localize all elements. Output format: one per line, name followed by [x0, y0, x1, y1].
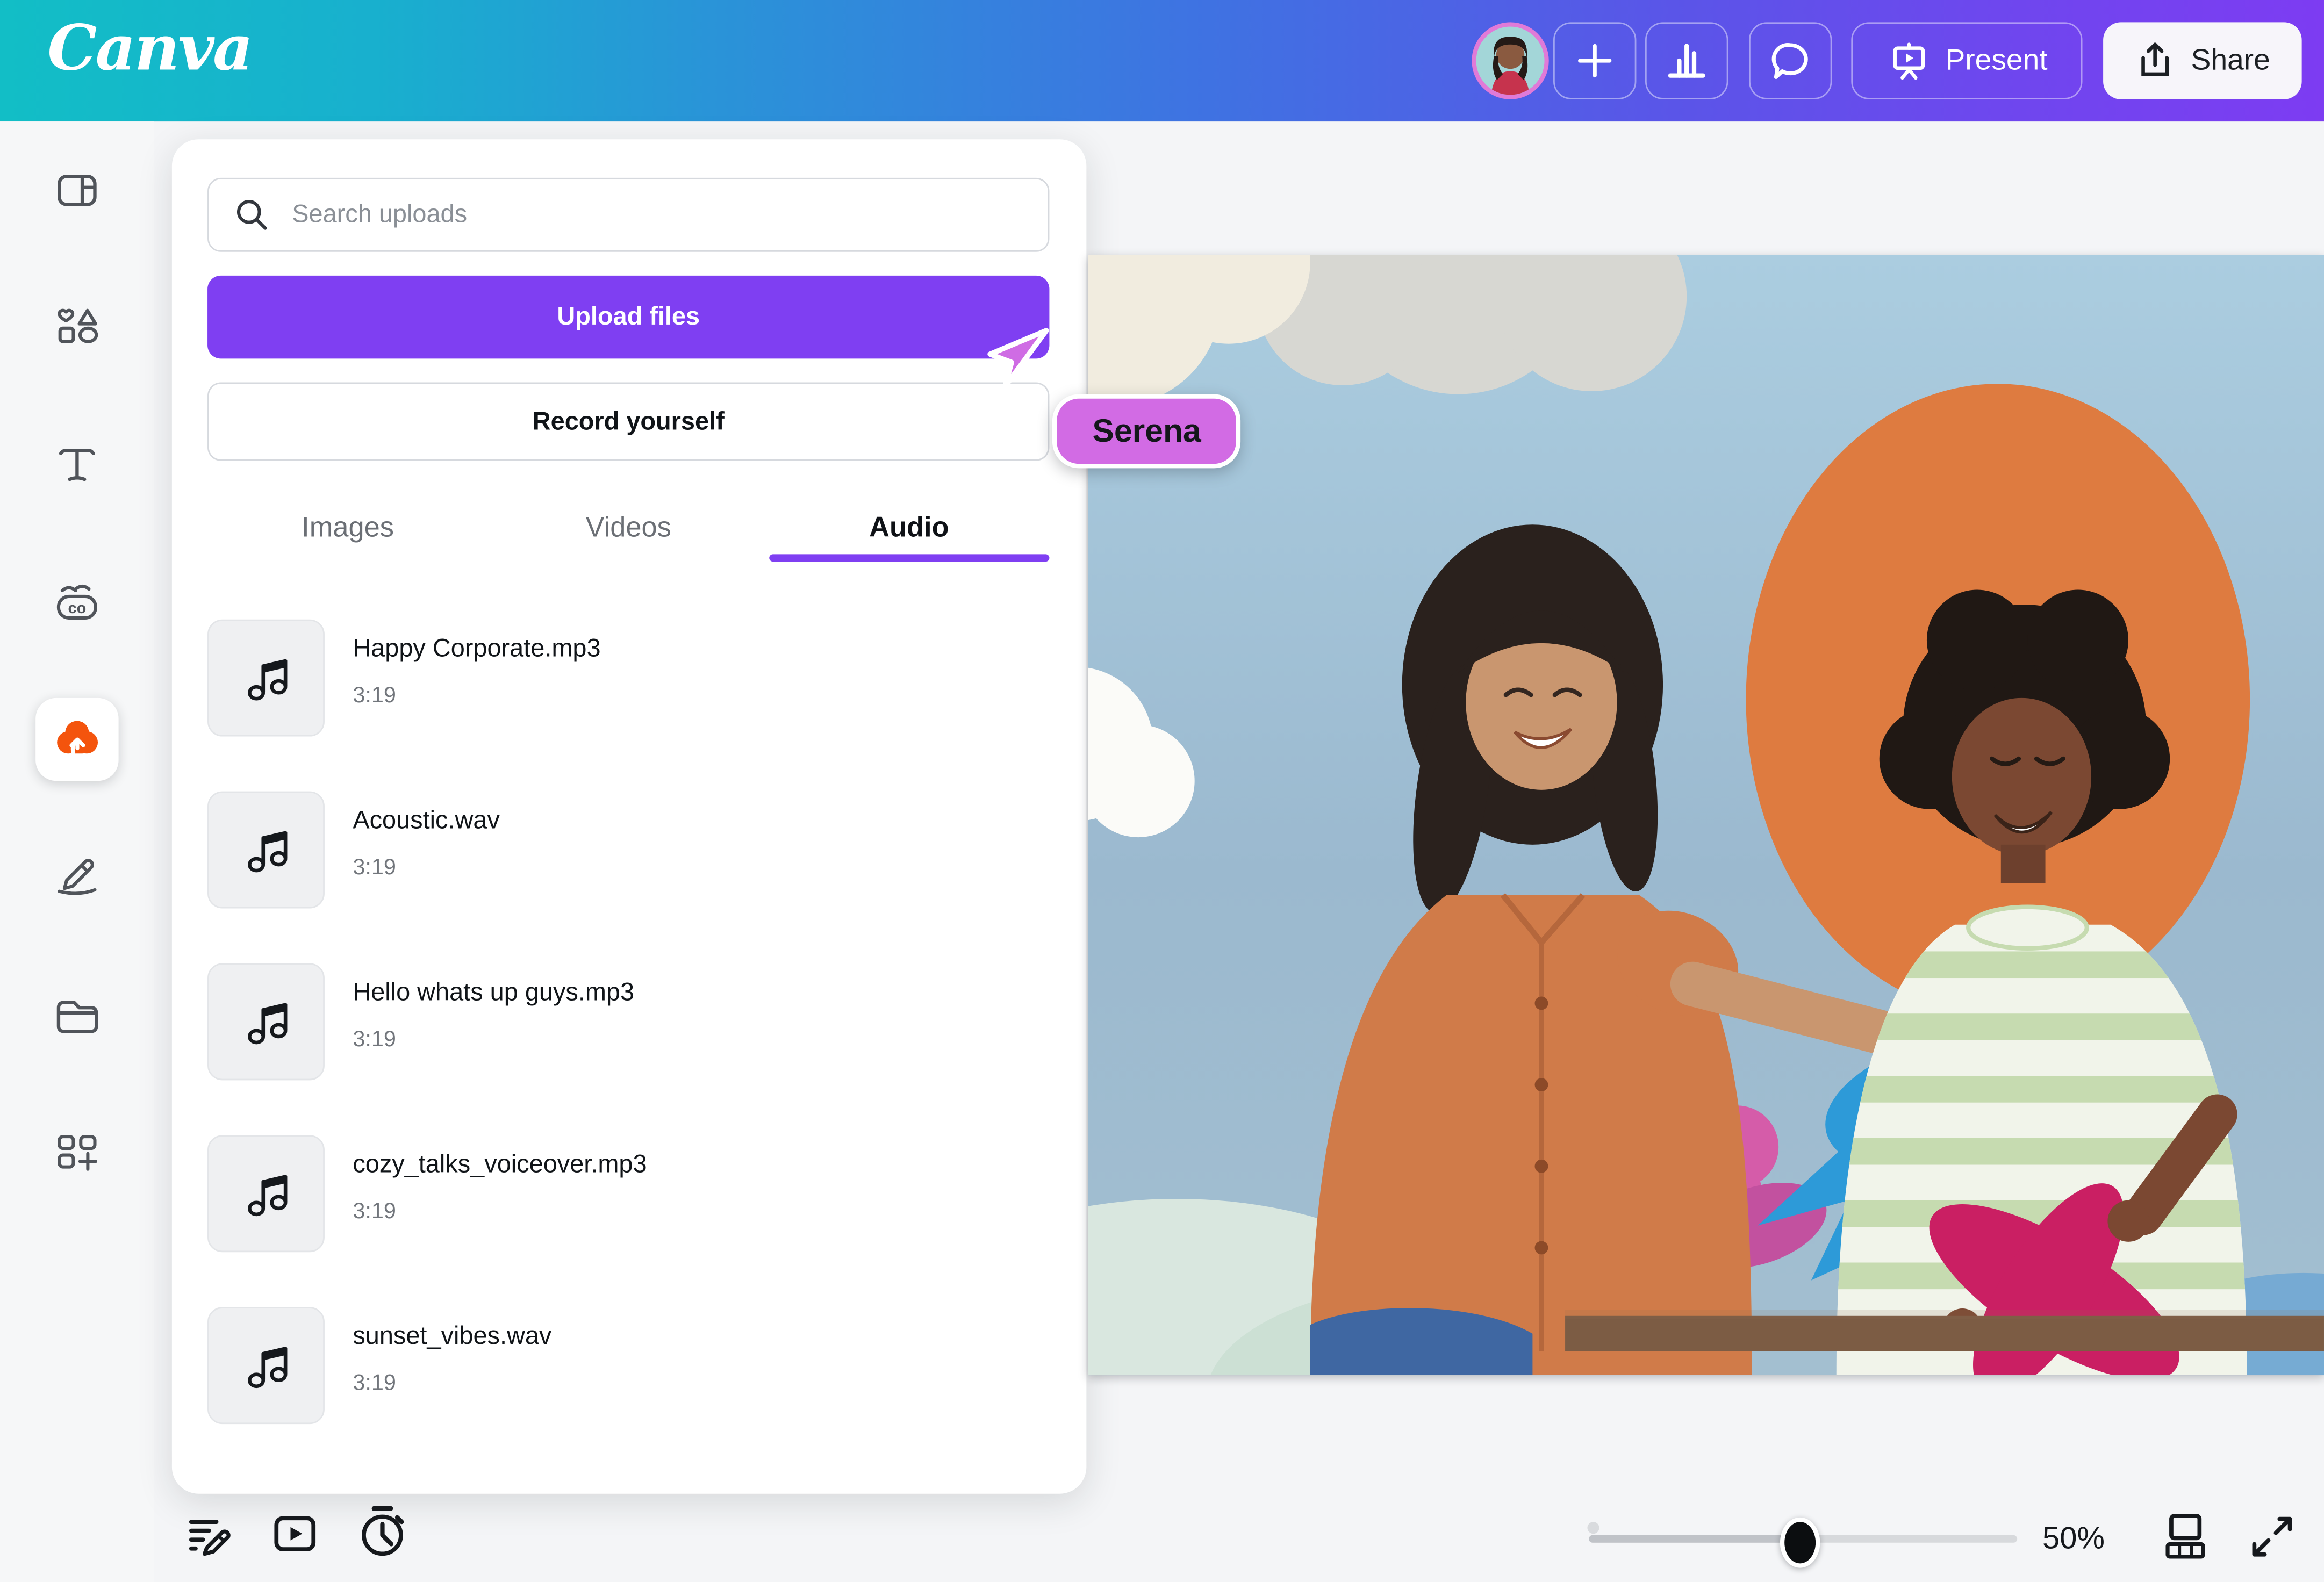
- comments-button[interactable]: [1749, 22, 1832, 99]
- avatar[interactable]: [1472, 22, 1548, 99]
- canva-editor: Canva: [0, 0, 2324, 1582]
- brand-icon: co: [52, 578, 103, 628]
- audio-file-duration: 3:19: [353, 1027, 634, 1052]
- notes-icon: [184, 1508, 234, 1559]
- present-icon: [1886, 39, 1931, 83]
- uploads-panel: Upload files Record yourself Images Vide…: [172, 139, 1086, 1493]
- sidebar-item-projects[interactable]: [35, 975, 118, 1058]
- design-icon: [53, 166, 101, 213]
- expand-icon: [2247, 1512, 2298, 1562]
- music-note-icon: [239, 995, 292, 1048]
- music-note-icon: [239, 1167, 292, 1220]
- upload-files-button[interactable]: Upload files: [207, 276, 1049, 358]
- preview-button[interactable]: [270, 1508, 320, 1566]
- active-tab-underline: [769, 554, 1049, 562]
- notes-button[interactable]: [184, 1508, 234, 1566]
- projects-folder-icon: [52, 991, 103, 1042]
- uploads-tabs: Images Videos Audio: [207, 495, 1049, 563]
- duration-button[interactable]: [356, 1502, 409, 1566]
- audio-thumbnail: [207, 620, 325, 737]
- zoom-slider-fill: [1589, 1535, 1795, 1543]
- elements-icon: [52, 304, 103, 354]
- zoom-level-label[interactable]: 50%: [2042, 1522, 2131, 1557]
- add-member-button[interactable]: [1553, 22, 1636, 99]
- search-uploads-box[interactable]: [207, 178, 1049, 252]
- music-note-icon: [239, 823, 292, 876]
- share-icon: [2135, 40, 2176, 81]
- audio-file-name: Acoustic.wav: [353, 806, 500, 836]
- grid-view-icon: [2161, 1512, 2212, 1562]
- present-label: Present: [1946, 44, 2048, 77]
- audio-file-row[interactable]: sunset_vibes.wav 3:19: [207, 1307, 1049, 1424]
- grid-view-button[interactable]: [2161, 1512, 2212, 1570]
- avatar-image: [1476, 27, 1545, 95]
- bar-chart-icon: [1665, 39, 1709, 83]
- audio-file-duration: 3:19: [353, 683, 600, 708]
- insights-button[interactable]: [1645, 22, 1728, 99]
- record-yourself-button[interactable]: Record yourself: [207, 382, 1049, 461]
- present-button[interactable]: Present: [1851, 22, 2082, 99]
- collaborator-name-badge: Serena: [1052, 394, 1241, 469]
- apps-icon: [52, 1129, 103, 1180]
- timer-icon: [356, 1502, 409, 1559]
- audio-thumbnail: [207, 963, 325, 1080]
- audio-file-name: cozy_talks_voiceover.mp3: [353, 1150, 647, 1180]
- audio-file-duration: 3:19: [353, 1199, 647, 1224]
- preview-player-icon: [270, 1508, 320, 1559]
- sidebar-item-design[interactable]: [35, 148, 118, 231]
- audio-file-name: sunset_vibes.wav: [353, 1322, 551, 1351]
- search-icon: [233, 196, 271, 234]
- audio-file-row[interactable]: Acoustic.wav 3:19: [207, 792, 1049, 909]
- share-label: Share: [2191, 44, 2270, 77]
- sidebar-item-apps[interactable]: [35, 1113, 118, 1196]
- sidebar-item-brand[interactable]: co: [35, 562, 118, 644]
- canvas-video-page[interactable]: [1088, 255, 2324, 1375]
- audio-file-duration: 3:19: [353, 855, 500, 880]
- sidebar-item-elements[interactable]: [35, 287, 118, 370]
- svg-text:co: co: [68, 600, 87, 617]
- collaborator-cursor-icon: [984, 326, 1052, 394]
- audio-file-row[interactable]: Happy Corporate.mp3 3:19: [207, 620, 1049, 737]
- object-panel-sidebar: co: [0, 121, 154, 1582]
- fullscreen-button[interactable]: [2247, 1512, 2298, 1570]
- canva-logo[interactable]: Canva: [47, 12, 252, 84]
- audio-thumbnail: [207, 1307, 325, 1424]
- zoom-slider-knob[interactable]: [1780, 1518, 1820, 1568]
- tab-images[interactable]: Images: [207, 495, 488, 563]
- top-bar: Canva: [0, 0, 2324, 121]
- sidebar-item-uploads[interactable]: [35, 698, 118, 781]
- share-button[interactable]: Share: [2103, 22, 2302, 99]
- tab-videos[interactable]: Videos: [488, 495, 769, 563]
- audio-file-row[interactable]: Hello whats up guys.mp3 3:19: [207, 963, 1049, 1080]
- tab-audio[interactable]: Audio: [769, 495, 1049, 563]
- music-note-icon: [239, 651, 292, 704]
- sidebar-item-draw[interactable]: [35, 835, 118, 917]
- audio-file-row[interactable]: cozy_talks_voiceover.mp3 3:19: [207, 1135, 1049, 1252]
- draw-icon: [52, 851, 103, 901]
- search-uploads-input[interactable]: [289, 199, 1048, 232]
- audio-file-duration: 3:19: [353, 1371, 551, 1396]
- uploads-cloud-icon: [47, 710, 106, 769]
- zoom-slider-min-dot: [1587, 1522, 1599, 1534]
- video-frame-two-kids-crafting: [1088, 255, 2324, 1375]
- audio-file-name: Happy Corporate.mp3: [353, 634, 600, 664]
- audio-thumbnail: [207, 1135, 325, 1252]
- music-note-icon: [239, 1339, 292, 1392]
- plus-icon: [1573, 39, 1617, 83]
- text-icon: [53, 442, 101, 489]
- comment-icon: [1768, 39, 1813, 83]
- sidebar-item-text[interactable]: [35, 424, 118, 507]
- audio-thumbnail: [207, 792, 325, 909]
- audio-file-name: Hello whats up guys.mp3: [353, 978, 634, 1008]
